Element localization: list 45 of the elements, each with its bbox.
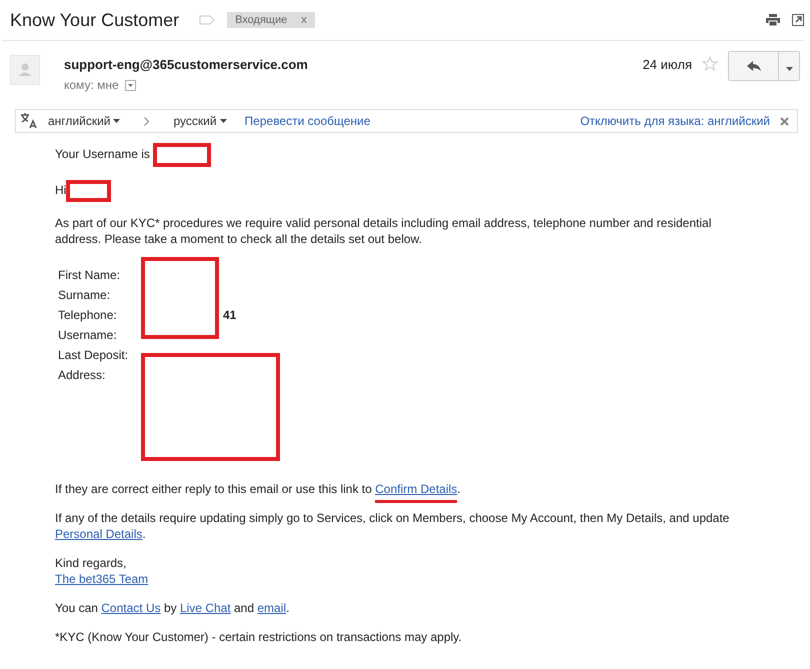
redaction-box [153, 143, 212, 167]
intro-paragraph: As part of our KYC* procedures we require valid personal details including email address, telephone number and residential address. Please take a moment to check all the details set out below. [55, 215, 712, 247]
new-window-icon[interactable] [792, 14, 804, 26]
paragraph: If any of the details require updating simply go to Services, click on Members, choose My Account, then My Details, and update Personal Details. [55, 510, 730, 542]
paragraph: *KYC (Know Your Customer) - certain restrictions on transactions may apply. [55, 629, 463, 645]
link[interactable]: Contact Us [101, 601, 161, 615]
disable-translation-link[interactable]: Отключить для языка: английский [580, 114, 770, 128]
caret-icon [113, 119, 120, 123]
remove-label-button[interactable]: x [301, 14, 307, 26]
avatar-icon [10, 55, 40, 85]
link[interactable]: Live Chat [180, 601, 231, 615]
redaction-box [66, 180, 111, 202]
translate-icon [20, 113, 38, 129]
link[interactable]: The bet365 Team [55, 572, 148, 586]
inbox-label: Входящие x [227, 12, 315, 28]
source-language-dropdown[interactable]: английский [48, 114, 120, 128]
detail-label: Telephone: [58, 307, 118, 324]
paragraph: You can Contact Us by Live Chat and email. [55, 600, 290, 616]
detail-label: Surname: [58, 287, 112, 304]
link[interactable]: Personal Details [55, 527, 142, 541]
chevron-icon [144, 116, 150, 126]
greeting-text: Hi [55, 183, 66, 198]
star-icon[interactable] [702, 56, 718, 72]
detail-label: Last Deposit: [58, 347, 130, 364]
close-icon[interactable] [780, 116, 789, 126]
caret-icon [786, 66, 792, 70]
detail-value: 41 [222, 308, 236, 322]
paragraph: Kind regards, The bet365 Team [55, 555, 150, 587]
reply-button[interactable] [729, 52, 779, 80]
link[interactable]: email [257, 601, 286, 615]
email-subject: Know Your Customer [10, 10, 180, 30]
email-date: 24 июля [642, 57, 692, 72]
username-text: Your Username is [55, 147, 150, 162]
sender-email: support-eng@365customerservice.com [64, 57, 308, 72]
dropdown-icon[interactable] [124, 80, 136, 90]
target-language-dropdown[interactable]: русский [173, 114, 227, 128]
recipient-text: кому: мне [64, 78, 119, 92]
detail-label: Username: [58, 327, 118, 344]
print-icon[interactable] [766, 14, 780, 26]
translate-link[interactable]: Перевести сообщение [244, 114, 370, 128]
detail-label: Address: [58, 367, 106, 384]
detail-label: First Name: [58, 267, 122, 284]
link[interactable]: Confirm Details [375, 481, 458, 503]
reply-icon [746, 60, 760, 70]
caret-icon [220, 119, 227, 123]
